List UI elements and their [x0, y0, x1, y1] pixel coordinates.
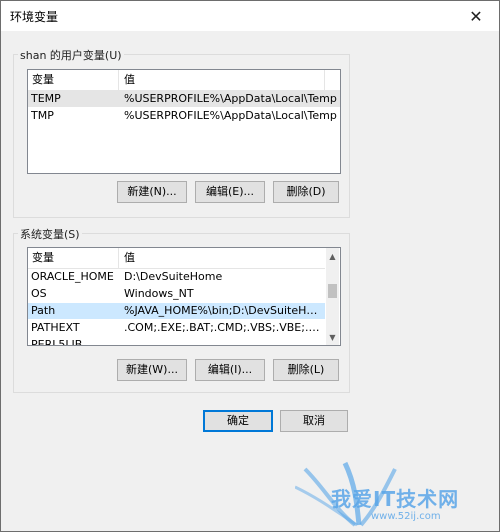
- variable-value: Windows_NT: [124, 287, 194, 300]
- ok-button[interactable]: 确定: [203, 410, 273, 432]
- table-row-selected[interactable]: Path %JAVA_HOME%\bin;D:\DevSuiteHome\j..…: [28, 303, 325, 319]
- table-row[interactable]: TMP %USERPROFILE%\AppData\Local\Temp: [28, 108, 340, 124]
- column-header-variable[interactable]: 变量: [32, 70, 116, 90]
- column-header-variable[interactable]: 变量: [32, 248, 116, 268]
- system-variables-list[interactable]: 变量 值 ORACLE_HOME D:\DevSuiteHome OS Wind…: [27, 247, 341, 346]
- user-variables-list[interactable]: 变量 值 TEMP %USERPROFILE%\AppData\Local\Te…: [27, 69, 341, 174]
- column-header-value[interactable]: 值: [124, 70, 334, 90]
- system-delete-button[interactable]: 删除(L): [273, 359, 339, 381]
- variable-name: ORACLE_HOME: [31, 270, 114, 283]
- environment-variables-dialog: 环境变量 ✕ shan 的用户变量(U) 变量 值 TEMP %USERPROF…: [0, 0, 500, 532]
- close-icon[interactable]: ✕: [453, 1, 499, 31]
- cancel-button[interactable]: 取消: [280, 410, 348, 432]
- vertical-scrollbar[interactable]: ▲ ▼: [326, 248, 339, 345]
- window-title: 环境变量: [10, 10, 59, 24]
- title-bar: 环境变量 ✕: [1, 1, 499, 31]
- variable-name: PATHEXT: [31, 321, 80, 334]
- list-header: 变量 值: [28, 70, 340, 91]
- user-edit-button[interactable]: 编辑(E)...: [195, 181, 265, 203]
- variable-name: TMP: [31, 109, 54, 122]
- table-row[interactable]: OS Windows_NT: [28, 286, 325, 302]
- variable-value: .COM;.EXE;.BAT;.CMD;.VBS;.VBE;.JS;.JSE;.…: [124, 321, 322, 334]
- list-header: 变量 值: [28, 248, 325, 269]
- system-variables-label: 系统变量(S): [18, 226, 82, 242]
- variable-name: Path: [31, 304, 56, 317]
- user-variables-label: shan 的用户变量(U): [18, 47, 124, 63]
- variable-name: TEMP: [31, 92, 61, 105]
- scroll-up-icon[interactable]: ▲: [326, 248, 339, 264]
- variable-name: OS: [31, 287, 47, 300]
- variable-value: %USERPROFILE%\AppData\Local\Temp: [124, 92, 337, 105]
- table-row[interactable]: TEMP %USERPROFILE%\AppData\Local\Temp: [28, 91, 340, 107]
- table-row[interactable]: PERL5LIB: [28, 337, 325, 346]
- watermark-url: www.52ij.com: [371, 511, 441, 522]
- table-row[interactable]: PATHEXT .COM;.EXE;.BAT;.CMD;.VBS;.VBE;.J…: [28, 320, 325, 336]
- system-new-button[interactable]: 新建(W)...: [117, 359, 187, 381]
- variable-value: D:\DevSuiteHome: [124, 270, 223, 283]
- system-edit-button[interactable]: 编辑(I)...: [195, 359, 265, 381]
- scroll-down-icon[interactable]: ▼: [326, 329, 339, 345]
- variable-name: PERL5LIB: [31, 338, 83, 346]
- variable-value: %USERPROFILE%\AppData\Local\Temp: [124, 109, 337, 122]
- watermark-text: 我爱IT技术网: [331, 487, 460, 511]
- scroll-thumb[interactable]: [328, 284, 337, 298]
- user-delete-button[interactable]: 删除(D): [273, 181, 339, 203]
- user-new-button[interactable]: 新建(N)...: [117, 181, 187, 203]
- column-header-value[interactable]: 值: [124, 248, 319, 268]
- table-row[interactable]: ORACLE_HOME D:\DevSuiteHome: [28, 269, 325, 285]
- variable-value: %JAVA_HOME%\bin;D:\DevSuiteHome\j...: [124, 304, 322, 317]
